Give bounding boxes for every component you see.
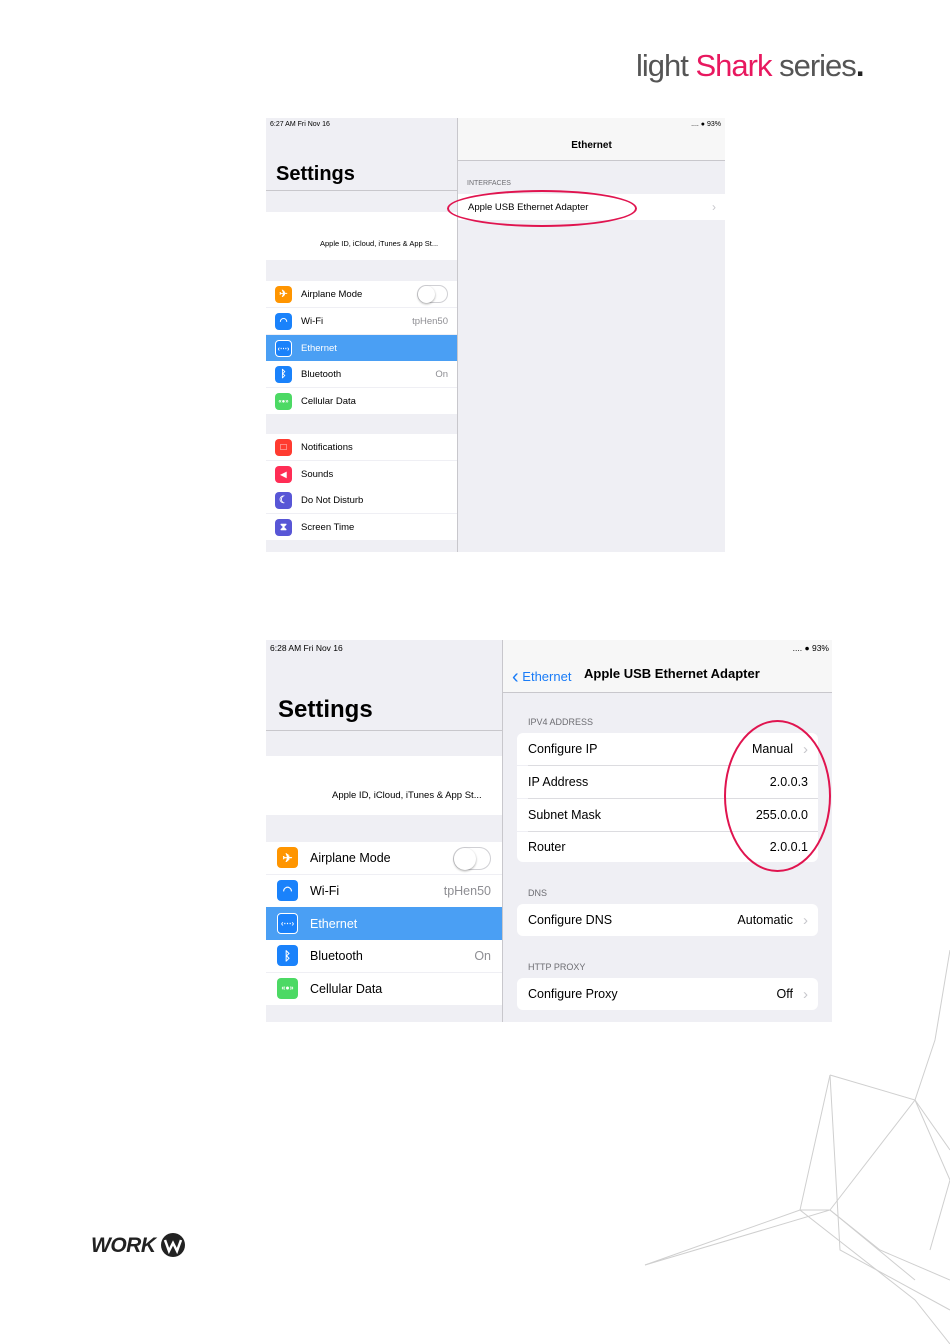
- bluetooth-icon: ᛒ: [277, 945, 298, 966]
- sidebar-item-screen-time[interactable]: ⧗ Screen Time: [266, 514, 457, 540]
- sidebar-item-airplane-mode[interactable]: ✈ Airplane Mode: [266, 281, 457, 307]
- sidebar-item-label: Bluetooth: [310, 949, 363, 963]
- section-header-dns: DNS: [528, 888, 548, 898]
- row-label: Router: [528, 840, 566, 854]
- chevron-right-icon: ›: [712, 200, 716, 214]
- back-button[interactable]: ‹ Ethernet: [512, 664, 572, 688]
- highlight-oval: [447, 190, 637, 227]
- airplane-toggle[interactable]: [417, 285, 448, 303]
- sidebar-item-cellular-data[interactable]: «●» Cellular Data: [266, 388, 457, 414]
- brand-logo: light Shark series.: [636, 48, 865, 84]
- sidebar-item-ethernet[interactable]: ‹⋯› Ethernet: [266, 335, 457, 361]
- section-header-http-proxy: HTTP PROXY: [528, 962, 586, 972]
- configure-dns-row[interactable]: Configure DNS Automatic ›: [517, 904, 818, 936]
- bluetooth-value: On: [474, 949, 491, 963]
- bluetooth-icon: ᛒ: [275, 366, 292, 383]
- wifi-network-value: tpHen50: [412, 315, 448, 327]
- sidebar-item-bluetooth[interactable]: ᛒ Bluetooth On: [266, 940, 502, 972]
- sidebar-item-label: Airplane Mode: [310, 851, 391, 865]
- section-header-interfaces: INTERFACES: [467, 180, 511, 187]
- brand-dot: .: [855, 48, 865, 83]
- work-logo-text: WORK: [91, 1234, 156, 1257]
- sidebar-item-label: Bluetooth: [301, 368, 342, 380]
- apple-id-label: Apple ID, iCloud, iTunes & App St...: [320, 239, 439, 248]
- sidebar-item-sounds[interactable]: ◀ Sounds: [266, 461, 457, 487]
- wifi-icon: ◠: [275, 313, 292, 330]
- chevron-right-icon: ›: [803, 911, 808, 929]
- bluetooth-value: On: [435, 368, 448, 380]
- hourglass-icon: ⧗: [275, 519, 292, 536]
- sidebar-item-bluetooth[interactable]: ᛒ Bluetooth On: [266, 361, 457, 387]
- sidebar-item-label: Ethernet: [310, 916, 358, 931]
- status-battery: .... ● 93%: [691, 121, 721, 128]
- airplane-toggle[interactable]: [453, 847, 491, 870]
- sidebar-item-label: Notifications: [301, 441, 353, 453]
- chevron-left-icon: ‹: [512, 666, 519, 688]
- sidebar-item-label: Wi-Fi: [301, 315, 324, 327]
- row-label: Configure IP: [528, 742, 598, 756]
- nav-title: Ethernet: [571, 140, 612, 151]
- sidebar-item-label: Ethernet: [301, 342, 337, 354]
- airplane-icon: ✈: [277, 847, 298, 868]
- work-logo: WORK: [91, 1232, 186, 1258]
- sidebar-item-wifi[interactable]: ◠ Wi-Fi tpHen50: [266, 875, 502, 907]
- sidebar-item-wifi[interactable]: ◠ Wi-Fi tpHen50: [266, 308, 457, 334]
- sidebar-item-label: Airplane Mode: [301, 288, 363, 300]
- sidebar-item-label: Do Not Disturb: [301, 494, 364, 506]
- sidebar-item-label: Cellular Data: [301, 395, 356, 407]
- sidebar-item-notifications[interactable]: □ Notifications: [266, 434, 457, 460]
- sidebar-item-ethernet[interactable]: ‹⋯› Ethernet: [266, 907, 502, 940]
- settings-sidebar: 6:28 AM Fri Nov 16 Settings Apple ID, iC…: [266, 640, 503, 1022]
- airplane-icon: ✈: [275, 286, 292, 303]
- highlight-oval: [724, 720, 831, 872]
- settings-sidebar: 6:27 AM Fri Nov 16 Settings Apple ID, iC…: [266, 118, 458, 552]
- cellular-icon: «●»: [275, 393, 292, 410]
- apple-id-row[interactable]: Apple ID, iCloud, iTunes & App St...: [266, 212, 457, 260]
- cellular-icon: «●»: [277, 978, 298, 999]
- page-title: Settings: [276, 163, 355, 185]
- sounds-icon: ◀: [275, 466, 292, 483]
- sidebar-item-label: Wi-Fi: [310, 884, 340, 898]
- sidebar-item-label: Screen Time: [301, 521, 355, 533]
- sidebar-item-label: Sounds: [301, 468, 334, 480]
- work-logo-mark: [160, 1233, 185, 1257]
- page-title: Settings: [278, 696, 373, 723]
- status-time: 6:28 AM Fri Nov 16: [270, 643, 343, 653]
- ethernet-icon: ‹⋯›: [275, 340, 292, 357]
- row-label: Configure Proxy: [528, 987, 618, 1001]
- status-battery: .... ● 93%: [792, 643, 829, 653]
- row-label: Configure DNS: [528, 913, 613, 927]
- sidebar-item-label: Cellular Data: [310, 982, 383, 996]
- screenshot-ethernet-list: 6:27 AM Fri Nov 16 Settings Apple ID, iC…: [266, 118, 725, 552]
- ethernet-icon: ‹⋯›: [277, 913, 298, 934]
- back-label: Ethernet: [522, 669, 572, 684]
- wifi-icon: ◠: [277, 880, 298, 901]
- moon-icon: ☾: [275, 492, 292, 509]
- row-value: Automatic: [737, 913, 793, 927]
- brand-light: light: [636, 48, 689, 83]
- apple-id-label: Apple ID, iCloud, iTunes & App St...: [332, 790, 482, 801]
- row-label: Subnet Mask: [528, 808, 601, 822]
- sidebar-item-airplane-mode[interactable]: ✈ Airplane Mode: [266, 842, 502, 874]
- ethernet-detail-pane: .... ● 93% Ethernet INTERFACES Apple USB…: [458, 118, 725, 552]
- sidebar-item-do-not-disturb[interactable]: ☾ Do Not Disturb: [266, 487, 457, 513]
- row-label: IP Address: [528, 775, 589, 789]
- brand-shark: Shark: [695, 48, 773, 83]
- section-header-ipv4: IPV4 ADDRESS: [528, 717, 594, 727]
- status-time: 6:27 AM Fri Nov 16: [270, 121, 330, 128]
- sidebar-item-cellular-data[interactable]: «●» Cellular Data: [266, 973, 502, 1005]
- wifi-network-value: tpHen50: [443, 884, 491, 898]
- apple-id-row[interactable]: Apple ID, iCloud, iTunes & App St...: [266, 756, 502, 815]
- nav-title: Apple USB Ethernet Adapter: [584, 666, 760, 681]
- decorative-lines: [644, 950, 950, 1344]
- brand-series: series: [779, 48, 857, 83]
- notifications-icon: □: [275, 439, 292, 456]
